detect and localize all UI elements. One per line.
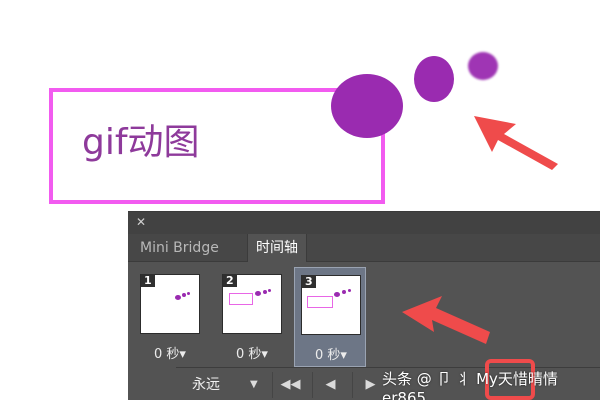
- tab-mini-bridge[interactable]: Mini Bridge: [132, 234, 227, 262]
- frame-number: 2: [223, 274, 237, 287]
- preview-text: gif动图: [82, 122, 200, 163]
- panel-title-bar: ✕: [128, 212, 600, 234]
- red-arrow-icon: [402, 296, 490, 344]
- previous-frame-button[interactable]: ◀: [312, 372, 348, 398]
- watermark: 头条 @ 卩 丬 My天惜晴情er865: [382, 370, 558, 400]
- frame-delay-dropdown[interactable]: 0 秒▾: [216, 343, 288, 362]
- panel-tab-strip: Mini Bridge 时间轴: [128, 234, 600, 262]
- previous-frame-icon: ◀: [325, 377, 336, 392]
- close-icon[interactable]: ✕: [136, 215, 146, 229]
- frame-delay-dropdown[interactable]: 0 秒▾: [134, 343, 206, 362]
- first-frame-button[interactable]: ◀◀: [272, 372, 308, 398]
- chevron-down-icon[interactable]: ▼: [250, 374, 258, 396]
- frame-delay-dropdown[interactable]: 0 秒▾: [295, 344, 367, 363]
- timeline-frame-1[interactable]: 1 0 秒▾: [134, 267, 206, 367]
- dot-large: [331, 74, 403, 138]
- dot-small: [468, 52, 498, 80]
- timeline-frame-3[interactable]: 3 0 秒▾: [294, 267, 366, 367]
- dot-medium: [414, 56, 454, 102]
- timeline-frame-2[interactable]: 2 0 秒▾: [216, 267, 288, 367]
- red-arrow-icon: [474, 116, 558, 170]
- tab-timeline[interactable]: 时间轴: [247, 234, 307, 262]
- play-icon: ▶: [365, 377, 376, 392]
- frame-number: 3: [302, 275, 316, 288]
- first-frame-icon: ◀◀: [280, 377, 301, 392]
- frame-number: 1: [141, 274, 155, 287]
